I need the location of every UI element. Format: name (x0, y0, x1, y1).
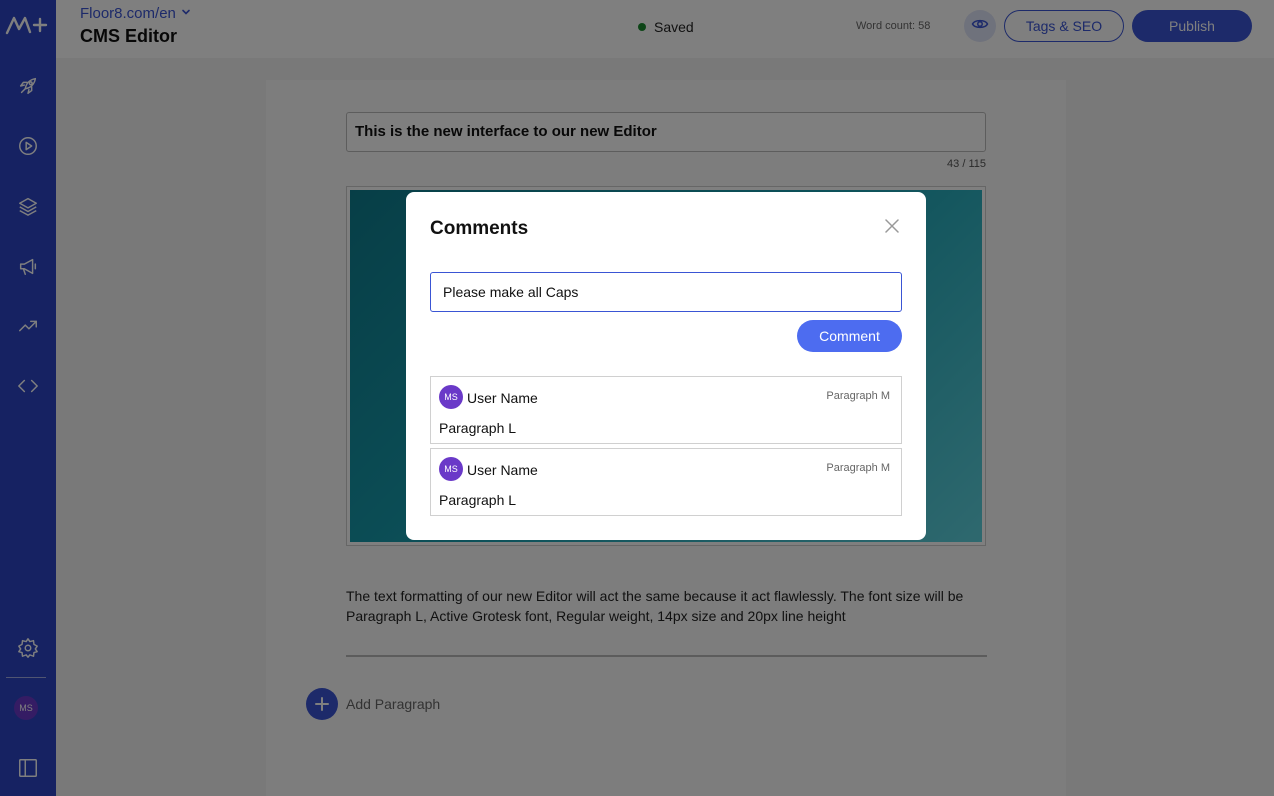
comment-tag: Paragraph M (826, 390, 890, 402)
comment-author: User Name (467, 462, 538, 478)
comment-input[interactable] (430, 272, 902, 312)
avatar: MS (439, 385, 463, 409)
avatar: MS (439, 457, 463, 481)
comment-text: Paragraph L (439, 492, 517, 508)
comment-item[interactable]: MS User Name Paragraph M Paragraph L (430, 448, 902, 516)
comment-text: Paragraph L (439, 420, 517, 436)
close-button[interactable] (882, 218, 902, 238)
close-icon (885, 218, 899, 238)
comment-author: User Name (467, 390, 538, 406)
comment-button[interactable]: Comment (797, 320, 902, 352)
comments-modal: Comments Comment MS User Name Paragraph … (406, 192, 926, 540)
comment-item[interactable]: MS User Name Paragraph M Paragraph L (430, 376, 902, 444)
modal-title: Comments (430, 218, 529, 239)
comment-tag: Paragraph M (826, 462, 890, 474)
